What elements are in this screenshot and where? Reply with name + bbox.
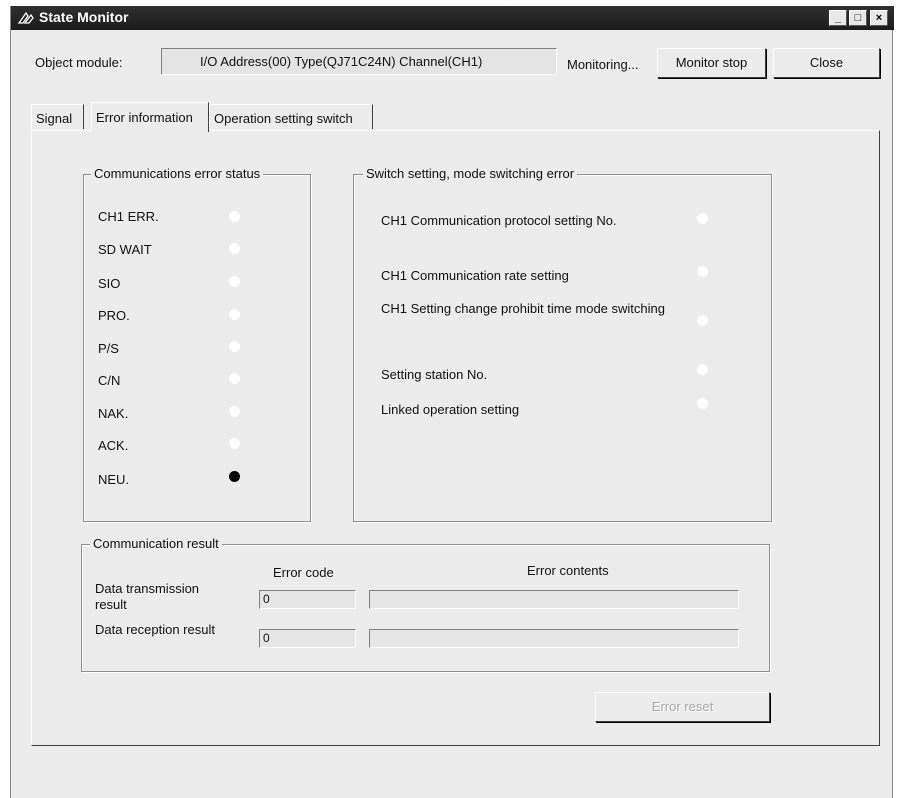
switch-error-label: Setting station No. [381, 367, 488, 382]
error-code-header: Error code [273, 565, 334, 580]
status-led [229, 309, 240, 320]
status-led [697, 213, 708, 224]
status-led [229, 406, 240, 417]
status-led [229, 438, 240, 449]
status-led [697, 364, 708, 375]
communication-result-title: Communication result [90, 536, 222, 551]
reception-result-label: Data reception result [95, 622, 215, 637]
status-led [229, 243, 240, 254]
error-reset-button[interactable]: Error reset [595, 692, 770, 722]
app-icon [17, 11, 34, 24]
led-label: C/N [98, 373, 121, 388]
transmission-result-label: Data transmission result [95, 581, 200, 612]
switch-setting-error-title: Switch setting, mode switching error [363, 166, 578, 181]
switch-setting-error-group: Switch setting, mode switching error CH1… [353, 166, 772, 522]
reception-error-code-field: 0 [259, 629, 356, 648]
switch-error-label: CH1 Communication rate setting [381, 268, 569, 283]
led-label: ACK. [98, 438, 129, 453]
tab-error-information[interactable]: Error information [91, 102, 209, 132]
status-led [229, 276, 240, 287]
object-module-label: Object module: [35, 55, 123, 70]
led-label: P/S [98, 341, 119, 356]
led-label: SD WAIT [98, 242, 152, 257]
error-information-panel: Communications error status CH1 ERR. SD … [31, 130, 880, 746]
communication-result-group: Communication result Error code Error co… [81, 536, 770, 672]
title-bar[interactable]: State Monitor _ □ × [11, 6, 894, 30]
reception-error-contents-field [369, 629, 739, 648]
led-label: NAK. [98, 406, 129, 421]
monitor-stop-button[interactable]: Monitor stop [657, 48, 766, 78]
close-button[interactable]: Close [773, 48, 880, 78]
status-led [697, 315, 708, 326]
led-label: SIO [98, 276, 121, 291]
maximize-icon[interactable]: □ [849, 10, 867, 26]
comm-error-status-title: Communications error status [91, 166, 264, 181]
status-led [229, 211, 240, 222]
transmission-error-contents-field [369, 590, 739, 609]
state-monitor-window: State Monitor _ □ × Object module: I/O A… [10, 6, 894, 798]
minimize-icon[interactable]: _ [829, 10, 847, 26]
status-led [697, 266, 708, 277]
tab-operation-setting-switch[interactable]: Operation setting switch [209, 104, 373, 129]
tab-signal[interactable]: Signal [31, 104, 84, 129]
switch-error-label: Linked operation setting [381, 402, 520, 417]
led-label: NEU. [98, 472, 130, 487]
led-label: CH1 ERR. [98, 209, 159, 224]
monitoring-status: Monitoring... [567, 57, 639, 72]
switch-error-label: CH1 Setting change prohibit time mode sw… [381, 301, 665, 316]
close-window-icon[interactable]: × [870, 10, 888, 26]
led-label: PRO. [98, 308, 130, 323]
status-led [229, 373, 240, 384]
window-title: State Monitor [39, 9, 129, 25]
object-module-field: I/O Address(00) Type(QJ71C24N) Channel(C… [161, 48, 557, 75]
status-led [229, 471, 240, 482]
switch-error-label: CH1 Communication protocol setting No. [381, 213, 617, 228]
object-module-value: I/O Address(00) Type(QJ71C24N) Channel(C… [200, 54, 483, 69]
comm-error-status-group: Communications error status CH1 ERR. SD … [83, 166, 311, 522]
status-led [229, 341, 240, 352]
error-contents-header: Error contents [527, 563, 609, 578]
status-led [697, 398, 708, 409]
transmission-error-code-field: 0 [259, 590, 356, 609]
